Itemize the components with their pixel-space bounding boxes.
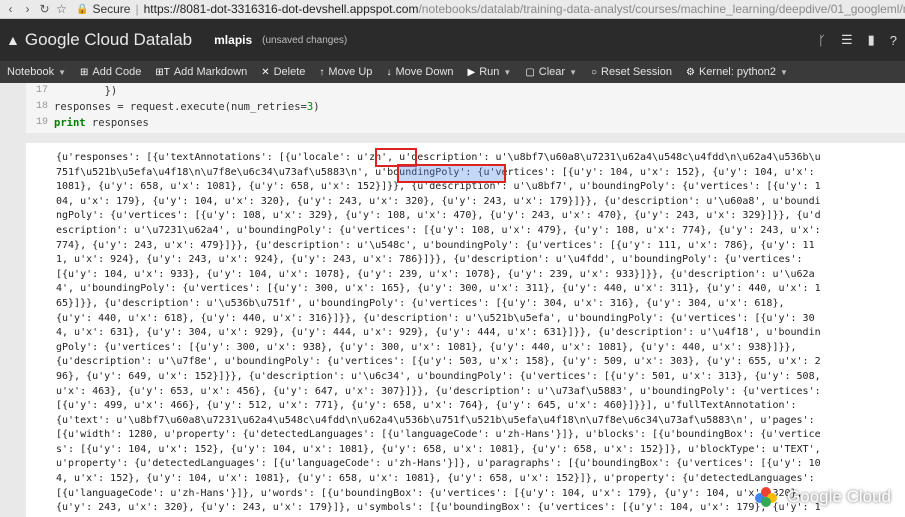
help-icon[interactable]: ? — [890, 33, 897, 48]
forward-icon[interactable]: › — [21, 2, 34, 16]
code-line-18-text: responses = request.execute(num_retries= — [54, 101, 307, 113]
add-markdown-button[interactable]: ⊞T Add Markdown — [148, 66, 254, 78]
code-line-19-text: responses — [85, 117, 149, 129]
code-line-17: }) — [54, 85, 118, 97]
add-markdown-label: Add Markdown — [173, 66, 248, 78]
app-header: ▲ Google Cloud Datalab mlapis (unsaved c… — [0, 19, 905, 61]
secure-label: Secure — [92, 2, 131, 16]
move-down-label: Move Down — [395, 66, 454, 78]
logo-text: Google Cloud Datalab — [24, 30, 193, 49]
add-code-icon: ⊞ — [80, 66, 89, 78]
clear-menu[interactable]: ▢ Clear ▼ — [518, 66, 584, 78]
add-markdown-icon: ⊞T — [155, 66, 170, 78]
watermark-text: Google Cloud — [787, 487, 891, 506]
run-menu[interactable]: ▶ Run ▼ — [461, 66, 519, 78]
notebook-menu[interactable]: Notebook ▼ — [0, 66, 73, 78]
clear-icon: ▢ — [525, 66, 535, 78]
reset-session-button[interactable]: ○ Reset Session — [584, 66, 679, 78]
google-cloud-watermark: Google Cloud — [755, 487, 891, 507]
notebook-name[interactable]: mlapis — [214, 33, 252, 47]
code-line-18-end: ) — [313, 101, 320, 113]
reset-session-label: Reset Session — [601, 66, 672, 78]
move-up-button[interactable]: ↑ Move Up — [312, 66, 379, 78]
code-keyword: print — [54, 117, 86, 129]
code-cell-input[interactable]: 17 18 19 }) responses = request.execute(… — [26, 83, 905, 133]
kernel-label: Kernel: python2 — [698, 66, 777, 78]
add-code-label: Add Code — [92, 66, 142, 78]
bookmark-star-icon[interactable]: ☆ — [55, 2, 68, 16]
add-code-button[interactable]: ⊞ Add Code — [73, 66, 148, 78]
chevron-down-icon: ▼ — [503, 67, 512, 77]
notebook-toolbar: Notebook ▼ ⊞ Add Code ⊞T Add Markdown ✕ Dele… — [0, 61, 905, 83]
list-icon[interactable]: ☰ — [841, 32, 853, 48]
reload-icon[interactable]: ↻ — [38, 2, 51, 16]
reset-icon: ○ — [591, 66, 598, 78]
address-bar[interactable]: https://8081-dot-3316316-dot-devshell.ap… — [144, 2, 905, 16]
delete-button[interactable]: ✕ Delete — [254, 66, 312, 78]
kernel-menu[interactable]: ⚙ Kernel: python2 ▼ — [679, 66, 795, 78]
notebook-area: 17 18 19 }) responses = request.execute(… — [0, 83, 905, 517]
code-line-19: print responses — [54, 117, 149, 129]
git-branch-icon[interactable]: ᚴ — [818, 33, 826, 48]
line-numbers: 17 18 19 — [35, 85, 48, 128]
boundingpoly-highlight — [397, 164, 506, 183]
code-editor[interactable]: }) responses = request.execute(num_retri… — [54, 83, 320, 131]
cell-output: {u'responses': [{u'textAnnotations': [{u… — [26, 143, 905, 517]
chevron-down-icon: ▼ — [58, 67, 67, 77]
save-status: (unsaved changes) — [262, 34, 348, 46]
delete-icon: ✕ — [261, 66, 270, 78]
bookmark-icon[interactable]: ▮ — [868, 32, 875, 48]
datalab-logo-icon: ▲ — [6, 32, 20, 48]
move-up-label: Move Up — [328, 66, 373, 78]
url-separator: | — [135, 2, 139, 16]
chevron-down-icon: ▼ — [569, 67, 577, 77]
back-icon[interactable]: ‹ — [4, 2, 17, 16]
clear-label: Clear — [538, 66, 566, 78]
play-icon: ▶ — [467, 66, 476, 78]
datalab-logo[interactable]: ▲ Google Cloud Datalab — [6, 30, 192, 50]
url-host: https://8081-dot-3316316-dot-devshell.ap… — [143, 2, 419, 16]
url-path: /notebooks/datalab/training-data-analyst… — [418, 2, 905, 16]
header-actions: ᚴ ☰ ▮ ? — [818, 19, 897, 61]
run-label: Run — [479, 66, 500, 78]
chevron-down-icon: ▼ — [780, 67, 788, 77]
google-cloud-logo-icon — [755, 487, 781, 507]
output-text: {u'responses': [{u'textAnnotations': [{u… — [56, 152, 821, 514]
delete-label: Delete — [273, 66, 306, 78]
arrow-up-icon: ↑ — [319, 66, 325, 78]
move-down-button[interactable]: ↓ Move Down — [379, 66, 460, 78]
notebook-menu-label: Notebook — [7, 66, 55, 78]
arrow-down-icon: ↓ — [386, 66, 392, 78]
browser-bar: ‹ › ↻ ☆ 🔒 Secure | https://8081-dot-3316… — [0, 0, 905, 19]
lock-icon: 🔒 — [76, 3, 89, 15]
code-line-18: responses = request.execute(num_retries=… — [54, 101, 320, 113]
gear-icon: ⚙ — [685, 66, 695, 78]
